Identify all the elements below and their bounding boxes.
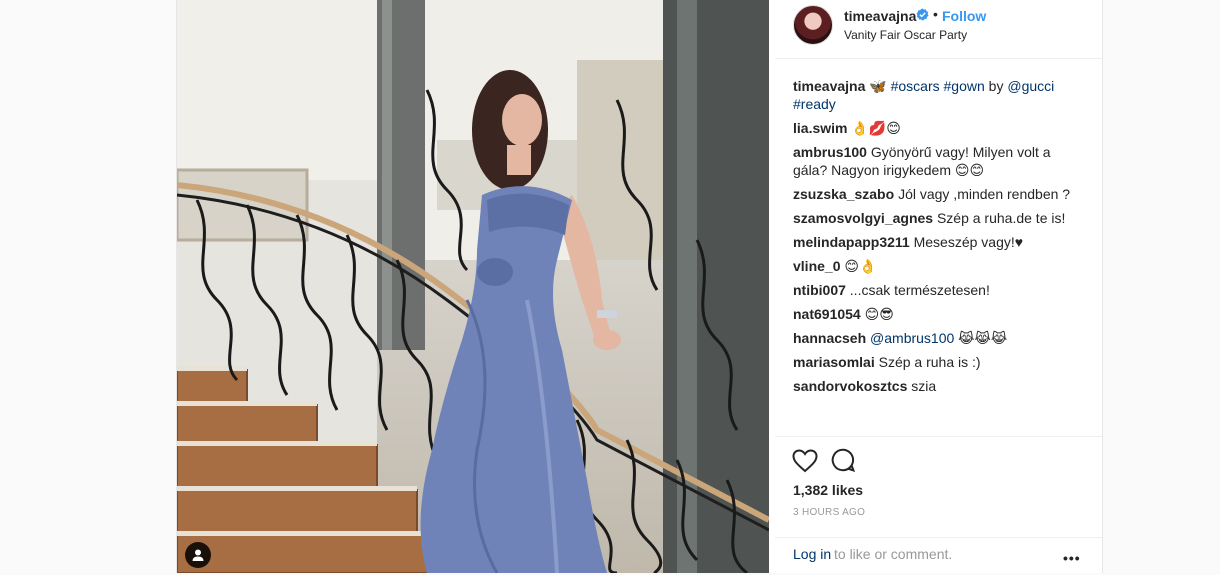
comment-username[interactable]: mariasomlai [793, 354, 875, 370]
comment-item: zsuzska_szabo Jól vagy ,minden rendben ? [793, 185, 1073, 203]
comment-item: hannacseh @ambrus100 😹😹😹 [793, 329, 1073, 347]
comment-item: melindapapp3211 Meseszép vagy!♥ [793, 233, 1073, 251]
comment-text: Meseszép vagy!♥ [913, 234, 1024, 250]
post-actions: 1,382 likes 3 HOURS AGO Log in to like o… [775, 436, 1102, 574]
follow-button[interactable]: Follow [942, 8, 986, 24]
comment-tag-link[interactable]: #gown [944, 78, 985, 94]
avatar[interactable] [793, 5, 833, 45]
comment-item: ambrus100 Gyönyörű vagy! Milyen volt a g… [793, 143, 1073, 179]
comment-text: Szép a ruha is :) [878, 354, 981, 370]
comment-text: Szép a ruha.de te is! [936, 210, 1066, 226]
comment-text: 😊👌 [844, 258, 877, 274]
comment-username[interactable]: hannacseh [793, 330, 866, 346]
comment-tag-link[interactable]: @gucci [1007, 78, 1054, 94]
comment-text: 🦋 [869, 78, 891, 94]
post-header: timeavajna • Follow Vanity Fair Oscar Pa… [775, 0, 1102, 59]
comment-text: szia [911, 378, 937, 394]
heart-icon[interactable] [792, 449, 818, 473]
comment-login-row: Log in to like or comment. ••• [775, 537, 1102, 575]
comment-item: sandorvokosztcs szia [793, 377, 1073, 395]
header-username[interactable]: timeavajna [844, 8, 916, 24]
comment-username[interactable]: ntibi007 [793, 282, 846, 298]
comment-username[interactable]: vline_0 [793, 258, 840, 274]
separator-dot: • [933, 6, 938, 22]
comment-text: 😊😎 [864, 306, 894, 322]
comment-text: 😹😹😹 [954, 330, 1008, 346]
comment-username[interactable]: nat691054 [793, 306, 861, 322]
comment-text: by [984, 78, 1008, 94]
comment-item: ntibi007 ...csak természetesen! [793, 281, 1073, 299]
post-photo[interactable] [177, 0, 769, 573]
location-link[interactable]: Vanity Fair Oscar Party [844, 28, 967, 42]
comment-username[interactable]: zsuzska_szabo [793, 186, 894, 202]
comment-item: nat691054 😊😎 [793, 305, 1073, 323]
comment-item: vline_0 😊👌 [793, 257, 1073, 275]
comment-tag-link[interactable]: @ambrus100 [870, 330, 954, 346]
comment-username[interactable]: ambrus100 [793, 144, 867, 160]
comment-username[interactable]: szamosvolgyi_agnes [793, 210, 933, 226]
comment-icon[interactable] [831, 448, 855, 472]
post-sidebar: timeavajna • Follow Vanity Fair Oscar Pa… [775, 0, 1102, 573]
comment-username[interactable]: timeavajna [793, 78, 865, 94]
comment-tag-link[interactable]: #ready [793, 96, 836, 112]
comment-tag-link[interactable]: #oscars [891, 78, 940, 94]
more-options-icon[interactable]: ••• [1063, 550, 1081, 566]
comment-text: Jól vagy ,minden rendben ? [898, 186, 1071, 202]
photo-illustration [177, 0, 769, 573]
verified-badge-icon [916, 8, 929, 21]
comment-username[interactable]: melindapapp3211 [793, 234, 910, 250]
comment-username[interactable]: lia.swim [793, 120, 847, 136]
comment-item: szamosvolgyi_agnes Szép a ruha.de te is! [793, 209, 1073, 227]
like-count[interactable]: 1,382 likes [793, 482, 863, 498]
post-card: timeavajna • Follow Vanity Fair Oscar Pa… [176, 0, 1103, 573]
login-prompt-text: to like or comment. [834, 546, 953, 562]
user-tag-icon[interactable] [185, 542, 211, 568]
comment-username[interactable]: sandorvokosztcs [793, 378, 907, 394]
comment-item: mariasomlai Szép a ruha is :) [793, 353, 1073, 371]
comment-text: ...csak természetesen! [849, 282, 990, 298]
comment-text: 👌💋😊 [851, 120, 901, 136]
comment-list: timeavajna 🦋 #oscars #gown by @gucci #re… [793, 77, 1073, 401]
login-link[interactable]: Log in [793, 546, 831, 562]
post-timestamp: 3 HOURS AGO [793, 507, 866, 518]
comment-item: timeavajna 🦋 #oscars #gown by @gucci #re… [793, 77, 1073, 113]
comment-item: lia.swim 👌💋😊 [793, 119, 1073, 137]
